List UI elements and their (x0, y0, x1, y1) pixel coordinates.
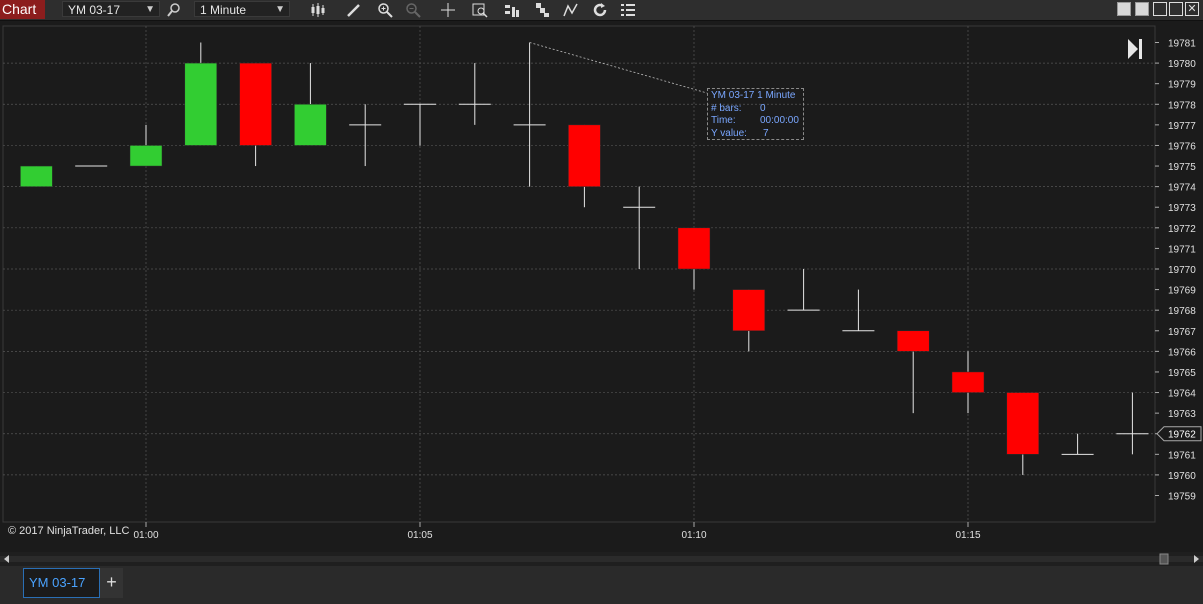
y-tick-label: 19778 (1168, 100, 1196, 111)
y-tick-label: 19766 (1168, 347, 1196, 358)
y-tick-label: 19765 (1168, 368, 1196, 379)
drawing-tooltip: YM 03-17 1 Minute # bars: 0 Time: 00:00:00… (707, 88, 804, 140)
y-tick-label: 19771 (1168, 244, 1196, 255)
add-tab-button[interactable]: + (100, 568, 123, 598)
close-button[interactable]: ✕ (1185, 2, 1199, 16)
candle-down (896, 330, 930, 352)
zoom-in-icon[interactable] (377, 2, 393, 18)
chart-toolbar: Chart YM 03-17 ▼ 1 Minute ▼ ✕ (0, 0, 1203, 21)
x-tick-label: 01:15 (955, 530, 980, 541)
tab-ym-03-17[interactable]: YM 03-17 (23, 568, 100, 598)
y-tick-label: 19775 (1168, 162, 1196, 173)
chevron-down-icon: ▼ (145, 4, 155, 15)
y-tick-label: 19780 (1168, 59, 1196, 70)
y-tick-label: 19777 (1168, 121, 1196, 132)
candle-up (294, 104, 327, 146)
tooltip-title: YM 03-17 1 Minute (711, 90, 796, 101)
window-link-button[interactable] (1135, 2, 1149, 16)
strategies-icon[interactable] (534, 2, 550, 18)
x-tick-label: 01:00 (133, 530, 158, 541)
y-tick-label: 19760 (1168, 471, 1196, 482)
tooltip-bars-value: 0 (760, 102, 766, 114)
candle-up (129, 145, 163, 167)
last-price-label: 19762 (1168, 430, 1196, 441)
instrument-selector[interactable]: YM 03-17 ▼ (62, 1, 160, 17)
y-tick-label: 19764 (1168, 389, 1196, 400)
x-tick-label: 01:10 (681, 530, 706, 541)
window-options-button[interactable] (1117, 2, 1131, 16)
pencil-icon[interactable] (346, 2, 362, 18)
y-tick-label: 19779 (1168, 80, 1196, 91)
tooltip-time-value: 00:00:00 (760, 115, 799, 126)
reload-icon[interactable] (592, 2, 608, 18)
chevron-down-icon: ▼ (275, 4, 285, 15)
candle-down (1006, 392, 1040, 455)
y-tick-label: 19759 (1168, 492, 1196, 503)
y-tick-label: 19768 (1168, 306, 1196, 317)
zoom-out-icon[interactable] (405, 2, 421, 18)
tooltip-bars-label: # bars: (711, 102, 742, 114)
scrollbar-track[interactable] (0, 552, 1203, 566)
candle-down (951, 371, 985, 393)
horizontal-scrollbar[interactable] (0, 552, 1203, 566)
y-tick-label: 19776 (1168, 141, 1196, 152)
properties-icon[interactable] (620, 2, 636, 18)
bars-type-icon[interactable] (310, 2, 326, 18)
tooltip-time-label: Time: (711, 115, 736, 126)
y-tick-label: 19763 (1168, 409, 1196, 420)
y-tick-label: 19781 (1168, 39, 1196, 50)
tooltip-y-row: Y value: 7 (711, 128, 803, 141)
skip-to-end-icon[interactable] (1128, 39, 1138, 59)
chart-title-tab[interactable]: Chart (0, 0, 45, 19)
instrument-value: YM 03-17 (68, 3, 121, 17)
search-icon[interactable] (166, 2, 182, 18)
indicators-icon[interactable] (504, 2, 520, 18)
tooltip-y-label: Y value: (711, 127, 747, 139)
data-box-icon[interactable] (472, 2, 488, 18)
crosshair-icon[interactable] (440, 2, 456, 18)
candle-up (20, 165, 53, 187)
tooltip-time-row: Time: 00:00:00 (711, 115, 803, 128)
candle-down (568, 124, 601, 187)
y-tick-label: 19774 (1168, 183, 1196, 194)
y-tick-label: 19767 (1168, 327, 1196, 338)
skip-to-end-bar (1139, 39, 1142, 59)
interval-value: 1 Minute (200, 3, 247, 17)
y-tick-label: 19772 (1168, 224, 1196, 235)
candle-down (239, 62, 272, 146)
tooltip-bars-row: # bars: 0 (711, 103, 803, 116)
interval-selector[interactable]: 1 Minute ▼ (194, 1, 290, 17)
tooltip-y-value: 7 (763, 127, 769, 139)
maximize-button[interactable] (1169, 2, 1183, 16)
copyright-text: © 2017 NinjaTrader, LLC (8, 525, 130, 537)
price-chart[interactable]: 19759 19760 19761 19762 19763 19764 19765 19766… (0, 21, 1203, 551)
tab-bar: YM 03-17 + (0, 566, 1203, 604)
drawing-line (529, 42, 708, 94)
y-tick-label: 19770 (1168, 265, 1196, 276)
candlestick-chart[interactable]: 19759 19760 19761 19762 19763 19764 19765 19766… (0, 21, 1203, 551)
candle-up (184, 62, 218, 146)
drawing-tools-icon[interactable] (563, 2, 579, 18)
plot-frame (2, 25, 1156, 523)
y-tick-label: 19761 (1168, 450, 1196, 461)
candle-down (677, 227, 711, 270)
y-tick-label: 19769 (1168, 286, 1196, 297)
minimize-button[interactable] (1153, 2, 1167, 16)
x-tick-label: 01:05 (407, 530, 432, 541)
y-tick-label: 19773 (1168, 203, 1196, 214)
scrollbar-thumb[interactable] (1159, 553, 1169, 565)
candle-down (732, 289, 766, 332)
